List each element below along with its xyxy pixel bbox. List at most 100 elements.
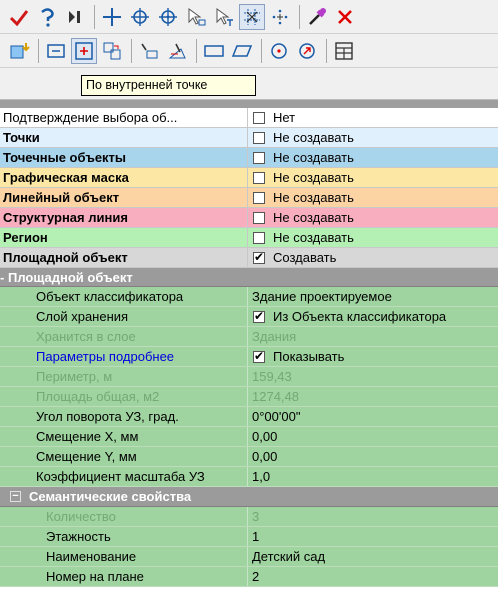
snap-dots-button[interactable]	[267, 4, 293, 30]
snap-dots-icon	[269, 6, 291, 28]
target-icon	[129, 6, 151, 28]
checkbox[interactable]	[253, 348, 265, 364]
setting-row[interactable]: Линейный объект Не создавать	[0, 188, 498, 208]
property-row[interactable]: Объект классификатора Здание проектируемо…	[0, 287, 498, 307]
checkbox[interactable]	[253, 151, 265, 164]
checkbox[interactable]	[253, 111, 265, 124]
property-value: 1274,48	[248, 387, 498, 406]
property-label: Хранится в слое	[0, 327, 248, 346]
property-value[interactable]: Показывать	[248, 347, 498, 366]
setting-value-text: Не создавать	[273, 230, 354, 245]
setting-value[interactable]: Не создавать	[248, 168, 498, 187]
inner-point-button[interactable]	[71, 37, 97, 64]
setting-label: Регион	[0, 228, 248, 247]
semantic-value[interactable]: 1	[248, 527, 498, 546]
section-header[interactable]: - Площадной объект	[0, 268, 498, 287]
setting-row[interactable]: Точечные объекты Не создавать	[0, 148, 498, 168]
property-row[interactable]: Смещение Y, мм 0,00	[0, 447, 498, 467]
draw-line-icon	[138, 40, 160, 62]
eyedropper-button[interactable]	[304, 4, 330, 30]
semantic-title: Семантические свойства	[29, 489, 192, 504]
setting-value[interactable]: Нет	[248, 108, 498, 127]
setting-value[interactable]: Создавать	[248, 248, 498, 267]
draw-line-button[interactable]	[136, 38, 162, 64]
property-row[interactable]: Коэффициент масштаба УЗ 1,0	[0, 467, 498, 487]
rectangle-button[interactable]	[201, 38, 227, 64]
checkbox[interactable]	[253, 308, 265, 324]
target-alt-icon	[157, 6, 179, 28]
setting-value[interactable]: Не создавать	[248, 148, 498, 167]
setting-row[interactable]: Регион Не создавать	[0, 228, 498, 248]
property-value[interactable]: 0,00	[248, 427, 498, 446]
setting-value-text: Не создавать	[273, 170, 354, 185]
crosshair-button[interactable]	[99, 4, 125, 30]
toolbar-top	[0, 0, 498, 34]
semantic-value[interactable]: Детский сад	[248, 547, 498, 566]
property-value[interactable]: 0,00	[248, 447, 498, 466]
property-value[interactable]: 1,0	[248, 467, 498, 486]
setting-row[interactable]: Подтверждение выбора об... Нет	[0, 108, 498, 128]
semantic-value: 3	[248, 507, 498, 526]
table-button[interactable]	[331, 38, 357, 64]
semantic-value[interactable]: 2	[248, 567, 498, 586]
select-cursor-button[interactable]	[183, 4, 209, 30]
semantic-row[interactable]: Номер на плане 2	[0, 567, 498, 587]
property-row[interactable]: Смещение X, мм 0,00	[0, 427, 498, 447]
select-cursor-text-button[interactable]	[211, 4, 237, 30]
remove-rect-button[interactable]	[43, 38, 69, 64]
property-label: Периметр, м	[0, 367, 248, 386]
draw-shape-button[interactable]	[164, 38, 190, 64]
property-row[interactable]: Угол поворота УЗ, град. 0°00'00"	[0, 407, 498, 427]
circle-arrow-button[interactable]	[294, 38, 320, 64]
semantic-label: Этажность	[0, 527, 248, 546]
toolbar-separator	[326, 38, 327, 63]
next-point-icon	[64, 6, 86, 28]
toolbar-separator	[38, 38, 39, 63]
undo-button[interactable]	[34, 4, 60, 30]
setting-value-text: Не создавать	[273, 130, 354, 145]
create-object-button[interactable]	[6, 38, 32, 64]
snap-grid-button[interactable]	[239, 3, 265, 30]
property-row: Хранится в слое Здания	[0, 327, 498, 347]
next-point-button[interactable]	[62, 4, 88, 30]
setting-label: Линейный объект	[0, 188, 248, 207]
parallelogram-icon	[231, 40, 253, 62]
checkbox[interactable]	[253, 249, 265, 265]
property-value[interactable]: 0°00'00"	[248, 407, 498, 426]
setting-value-text: Создавать	[273, 250, 337, 265]
target-button[interactable]	[127, 4, 153, 30]
collapse-icon[interactable]: −	[10, 491, 21, 502]
check-button[interactable]	[6, 4, 32, 30]
semantic-header[interactable]: − Семантические свойства	[0, 487, 498, 507]
property-value[interactable]: Из Объекта классификатора	[248, 307, 498, 326]
snap-grid-icon	[241, 6, 263, 28]
setting-label: Структурная линия	[0, 208, 248, 227]
checkbox[interactable]	[253, 231, 265, 244]
circle-point-button[interactable]	[266, 38, 292, 64]
crosshair-icon	[101, 6, 123, 28]
setting-value[interactable]: Не создавать	[248, 188, 498, 207]
semantic-row[interactable]: Этажность 1	[0, 527, 498, 547]
setting-row[interactable]: Структурная линия Не создавать	[0, 208, 498, 228]
close-button[interactable]	[332, 4, 358, 30]
property-value[interactable]: Здание проектируемое	[248, 287, 498, 306]
semantic-row[interactable]: Наименование Детский сад	[0, 547, 498, 567]
property-row[interactable]: Слой хранения Из Объекта классификатора	[0, 307, 498, 327]
setting-row[interactable]: Точки Не создавать	[0, 128, 498, 148]
setting-row[interactable]: Площадной объект Создавать	[0, 248, 498, 268]
checkbox[interactable]	[253, 211, 265, 224]
merge-button[interactable]	[99, 38, 125, 64]
target-alt-button[interactable]	[155, 4, 181, 30]
setting-row[interactable]: Графическая маска Не создавать	[0, 168, 498, 188]
parallelogram-button[interactable]	[229, 38, 255, 64]
setting-value[interactable]: Не создавать	[248, 228, 498, 247]
semantic-label: Количество	[0, 507, 248, 526]
setting-value-text: Нет	[273, 110, 296, 125]
checkbox[interactable]	[253, 171, 265, 184]
setting-value[interactable]: Не создавать	[248, 128, 498, 147]
setting-value[interactable]: Не создавать	[248, 208, 498, 227]
property-row[interactable]: Параметры подробнее Показывать	[0, 347, 498, 367]
close-icon	[334, 6, 356, 28]
checkbox[interactable]	[253, 191, 265, 204]
checkbox[interactable]	[253, 131, 265, 144]
